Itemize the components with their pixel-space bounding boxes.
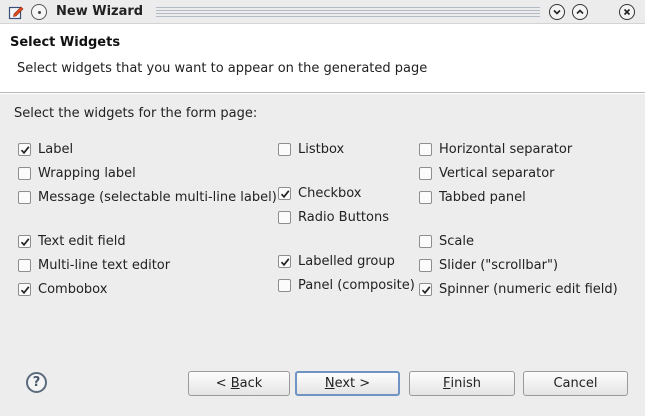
check-icon (280, 189, 290, 198)
widget-option[interactable]: Text edit field (18, 232, 126, 250)
title-bar: New Wizard (0, 0, 645, 24)
wizard-edit-icon (8, 4, 24, 20)
wizard-body: Select the widgets for the form page: La… (0, 94, 645, 416)
widget-option[interactable]: Radio Buttons (278, 208, 389, 226)
widget-option-label: Scale (439, 233, 474, 249)
widget-option-label: Listbox (298, 141, 345, 157)
widget-option[interactable]: Labelled group (278, 252, 395, 270)
widget-option[interactable]: Label (18, 140, 73, 158)
widget-option[interactable]: Listbox (278, 140, 344, 158)
next-mnemonic: N (324, 376, 335, 391)
check-icon (20, 145, 30, 154)
checkbox[interactable] (419, 282, 432, 296)
widget-option-label: Multi-line text editor (38, 257, 171, 273)
widget-option[interactable]: Checkbox (278, 184, 362, 202)
check-icon (421, 285, 431, 294)
finish-mnemonic: F (443, 376, 451, 391)
check-icon (20, 237, 30, 246)
cancel-button[interactable]: Cancel (523, 371, 628, 396)
checkbox[interactable] (18, 166, 31, 180)
title-bar-grip (156, 7, 540, 18)
widget-option[interactable]: Message (selectable multi-line label) (18, 188, 277, 206)
widget-option-label: Wrapping label (38, 165, 136, 181)
checkbox[interactable] (18, 258, 31, 272)
back-prefix: < (215, 376, 231, 391)
checkbox[interactable] (419, 142, 432, 156)
widget-option-label: Labelled group (298, 253, 395, 269)
widget-option-label: Message (selectable multi-line label) (38, 189, 277, 205)
close-icon[interactable] (619, 4, 635, 20)
checkbox[interactable] (278, 142, 291, 156)
checkbox[interactable] (278, 278, 291, 292)
back-mnemonic: B (230, 376, 240, 391)
check-icon (280, 257, 290, 266)
widget-option-label: Horizontal separator (439, 141, 573, 157)
widget-option[interactable]: Scale (419, 232, 474, 250)
checkbox[interactable] (278, 186, 291, 200)
page-description: Select widgets that you want to appear o… (17, 61, 428, 76)
widget-option-label: Vertical separator (439, 165, 555, 181)
widget-option-label: Radio Buttons (298, 209, 389, 225)
checkbox[interactable] (419, 190, 432, 204)
widget-option-label: Tabbed panel (439, 189, 526, 205)
help-icon[interactable]: ? (26, 372, 47, 393)
widget-option[interactable]: Vertical separator (419, 164, 555, 182)
checkbox[interactable] (18, 142, 31, 156)
widget-option[interactable]: Horizontal separator (419, 140, 572, 158)
finish-rest: inish (450, 376, 481, 391)
chevron-up-icon[interactable] (572, 4, 588, 20)
checkbox[interactable] (278, 254, 291, 268)
widget-option[interactable]: Multi-line text editor (18, 256, 170, 274)
checkbox[interactable] (18, 282, 31, 296)
widget-option-label: Checkbox (298, 185, 362, 201)
widget-option[interactable]: Wrapping label (18, 164, 136, 182)
checkbox[interactable] (419, 258, 432, 272)
checkbox[interactable] (278, 210, 291, 224)
checkbox[interactable] (18, 190, 31, 204)
finish-button[interactable]: Finish (409, 371, 515, 396)
check-icon (20, 285, 30, 294)
widget-option[interactable]: Tabbed panel (419, 188, 526, 206)
checkbox[interactable] (419, 166, 432, 180)
checkbox[interactable] (18, 234, 31, 248)
section-label: Select the widgets for the form page: (14, 106, 258, 121)
next-rest: ext > (334, 376, 371, 391)
window-title: New Wizard (56, 4, 144, 19)
widget-option[interactable]: Combobox (18, 280, 107, 298)
widget-option-label: Panel (composite) (298, 277, 415, 293)
wizard-header: Select Widgets Select widgets that you w… (0, 25, 645, 93)
widget-option-label: Label (38, 141, 74, 157)
back-button[interactable]: < Back (188, 371, 290, 396)
next-button[interactable]: Next > (295, 371, 400, 396)
widget-option-label: Slider ("scrollbar") (439, 257, 559, 273)
widget-option-label: Text edit field (38, 233, 126, 249)
widget-option[interactable]: Spinner (numeric edit field) (419, 280, 618, 298)
checkbox[interactable] (419, 234, 432, 248)
widget-option[interactable]: Panel (composite) (278, 276, 415, 294)
page-title: Select Widgets (10, 35, 121, 50)
back-rest: ack (239, 376, 263, 391)
chevron-down-icon[interactable] (549, 4, 565, 20)
widget-option-label: Combobox (38, 281, 108, 297)
window-menu-icon[interactable] (31, 4, 47, 20)
help-label: ? (32, 375, 41, 390)
widget-option[interactable]: Slider ("scrollbar") (419, 256, 558, 274)
widget-option-label: Spinner (numeric edit field) (439, 281, 618, 297)
